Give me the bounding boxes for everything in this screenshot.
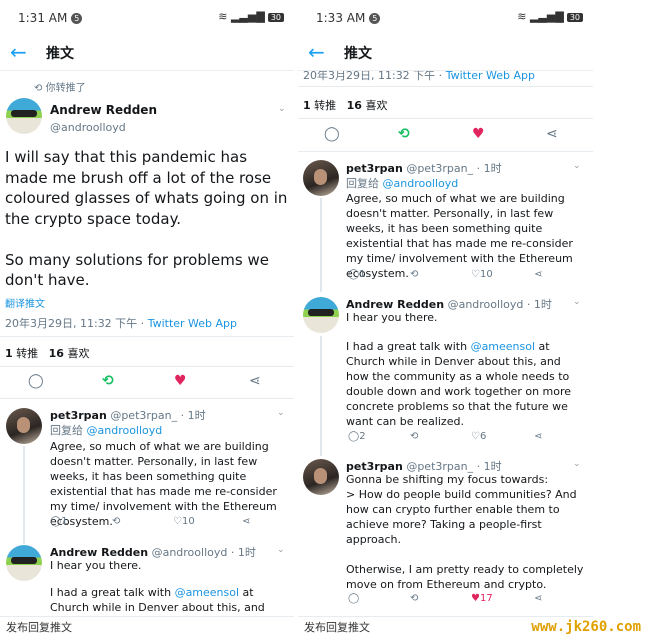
avatar[interactable]	[6, 98, 42, 134]
battery-icon: 30	[267, 13, 284, 22]
author-handle[interactable]: @androolloyd	[50, 121, 126, 134]
chevron-down-icon[interactable]: ⌄	[277, 545, 285, 555]
reply-text: Gonna be shifting my focus towards: > Ho…	[346, 473, 584, 591]
reply-to: 回复给 @androolloyd	[50, 424, 163, 437]
page-title: 推文	[344, 46, 372, 62]
left-screen: 1:31 AM 5 ≋ ▂▃▅▇ 30 ← 推文 ⟲ 你转推了 Andrew Red…	[0, 0, 294, 639]
reply-text: Agree, so much of what we are building d…	[346, 192, 577, 280]
avatar[interactable]	[6, 545, 42, 581]
notification-badge: 5	[71, 13, 83, 24]
like-icon[interactable]: ♥ 17	[471, 593, 493, 604]
reply-text-line1: I hear you there.	[50, 559, 142, 572]
reply-icon[interactable]: ◯	[28, 373, 44, 389]
tweet-actions: ◯ ⟲ ♥ ⋖	[298, 126, 593, 146]
chevron-down-icon[interactable]: ⌄	[278, 104, 286, 114]
reply-icon[interactable]: ◯ 1	[50, 516, 68, 527]
likes-label[interactable]: 喜欢	[67, 347, 89, 360]
avatar[interactable]	[6, 408, 42, 444]
tweet-stats: 1 转推 16 喜欢	[303, 99, 388, 112]
tweet-actions: ◯ ⟲ ♥ ⋖	[0, 373, 294, 393]
like-icon[interactable]: ♥	[174, 373, 187, 389]
back-arrow-icon[interactable]: ←	[308, 40, 325, 64]
retweet-icon[interactable]: ⟲	[112, 516, 120, 527]
back-arrow-icon[interactable]: ←	[10, 40, 27, 64]
tweet-stats: 1 转推 16 喜欢	[5, 347, 90, 360]
compose-reply-bar[interactable]: 发布回复推文	[0, 616, 294, 639]
top-bar: ← 推文	[298, 34, 593, 71]
reply-author[interactable]: pet3rpan @pet3rpan_ · 1时	[346, 160, 502, 176]
share-icon[interactable]: ⋖	[249, 373, 261, 389]
reply-icon[interactable]: ◯	[324, 126, 340, 142]
signal-icon: ▂▃▅▇	[529, 10, 564, 23]
avatar[interactable]	[303, 459, 339, 495]
mention-link[interactable]: @androolloyd	[383, 177, 459, 190]
reply-actions: ◯ 2 ⟲ ♡ 6 ⋖	[348, 431, 578, 445]
mention-link[interactable]: @ameensol	[175, 586, 239, 599]
tweet-meta: 20年3月29日, 11:32 下午 · Twitter Web App	[5, 317, 238, 330]
reply-text-body: I had a great talk with @ameensol at Chu…	[346, 340, 575, 428]
retweets-label[interactable]: 转推	[314, 99, 336, 112]
status-icons: ≋ ▂▃▅▇ 30	[218, 10, 284, 23]
retweets-label[interactable]: 转推	[16, 347, 38, 360]
wifi-icon: ≋	[218, 10, 228, 23]
retweeted-indicator: ⟲ 你转推了	[34, 83, 86, 94]
retweet-icon[interactable]: ⟲	[410, 593, 418, 604]
reply-actions: ◯ 1 ⟲ ♡ 10 ⋖	[348, 269, 578, 283]
status-time: 1:33 AM 5	[316, 11, 381, 25]
top-bar: ← 推文	[0, 34, 294, 71]
retweet-icon[interactable]: ⟲	[410, 431, 418, 442]
mention-link[interactable]: @androolloyd	[87, 424, 163, 437]
share-icon[interactable]: ⋖	[534, 431, 542, 442]
retweet-icon[interactable]: ⟲	[102, 373, 114, 389]
like-icon[interactable]: ♥	[472, 126, 485, 142]
client-link[interactable]: Twitter Web App	[148, 317, 237, 330]
reply-actions: ◯ 1 ⟲ ♡ 10 ⋖	[50, 516, 280, 530]
watermark: www.jk260.com	[531, 619, 641, 635]
like-icon[interactable]: ♡ 10	[173, 516, 195, 527]
chevron-down-icon[interactable]: ⌄	[573, 297, 581, 307]
reply-icon[interactable]: ◯ 1	[348, 269, 366, 280]
wifi-icon: ≋	[517, 10, 527, 23]
retweet-icon[interactable]: ⟲	[398, 126, 410, 142]
retweet-icon[interactable]: ⟲	[410, 269, 418, 280]
battery-icon: 30	[566, 13, 583, 22]
reply-to: 回复给 @androolloyd	[346, 177, 459, 190]
retweet-small-icon: ⟲	[34, 83, 43, 94]
likes-label[interactable]: 喜欢	[365, 99, 387, 112]
reply-text-line1: I hear you there.	[346, 311, 438, 324]
notification-badge: 5	[369, 13, 381, 24]
status-time: 1:31 AM 5	[18, 11, 83, 25]
tweet-text: I will say that this pandemic has made m…	[5, 148, 288, 289]
mention-link[interactable]: @ameensol	[471, 340, 535, 353]
avatar[interactable]	[303, 297, 339, 333]
author-name[interactable]: Andrew Redden	[50, 103, 157, 117]
page-title: 推文	[46, 46, 74, 62]
status-bar: 1:33 AM 5 ≋ ▂▃▅▇ 30	[298, 0, 593, 34]
like-icon[interactable]: ♡ 6	[471, 431, 486, 442]
chevron-down-icon[interactable]: ⌄	[573, 459, 581, 469]
chevron-down-icon[interactable]: ⌄	[573, 161, 581, 171]
signal-icon: ▂▃▅▇	[230, 10, 265, 23]
status-bar: 1:31 AM 5 ≋ ▂▃▅▇ 30	[0, 0, 294, 34]
like-icon[interactable]: ♡ 10	[471, 269, 493, 280]
right-screen: 1:33 AM 5 ≋ ▂▃▅▇ 30 ← 推文 20年3月29日, 11:32 下…	[298, 0, 593, 639]
chevron-down-icon[interactable]: ⌄	[277, 408, 285, 418]
reply-icon[interactable]: ◯ 2	[348, 431, 366, 442]
share-icon[interactable]: ⋖	[534, 593, 542, 604]
reply-author[interactable]: pet3rpan @pet3rpan_ · 1时	[50, 407, 206, 423]
share-icon[interactable]: ⋖	[534, 269, 542, 280]
translate-link[interactable]: 翻译推文	[5, 295, 45, 310]
share-icon[interactable]: ⋖	[242, 516, 250, 527]
reply-icon[interactable]: ◯	[348, 593, 359, 604]
reply-actions: ◯ ⟲ ♥ 17 ⋖	[348, 593, 578, 607]
share-icon[interactable]: ⋖	[546, 126, 558, 142]
avatar[interactable]	[303, 160, 339, 196]
status-icons: ≋ ▂▃▅▇ 30	[517, 10, 583, 23]
